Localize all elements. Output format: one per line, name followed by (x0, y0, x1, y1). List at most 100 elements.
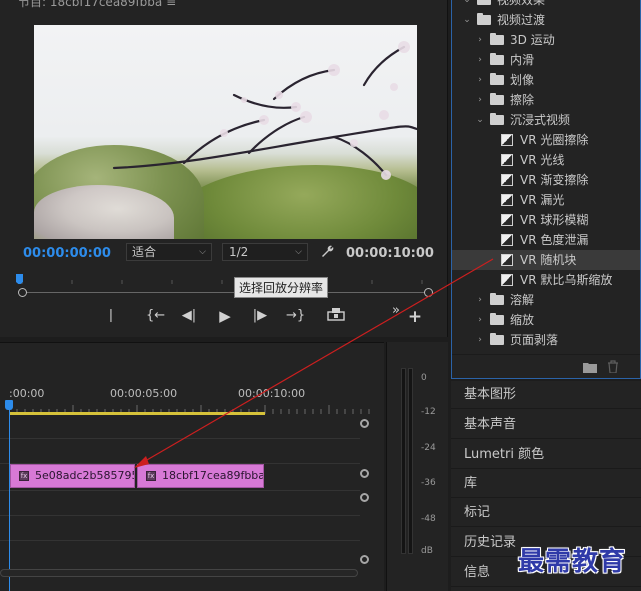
chevron-down-icon[interactable]: ⌄ (474, 110, 486, 130)
effect-item[interactable]: VR 光圈擦除 (452, 130, 640, 150)
track-height-handle[interactable] (360, 555, 369, 564)
go-to-out-button[interactable]: →} (286, 307, 305, 325)
watermark: 最需教育 (518, 547, 627, 577)
panel-essential-graphics[interactable]: 基本图形 (451, 381, 641, 409)
track-divider (0, 540, 360, 541)
video-preview[interactable] (34, 25, 417, 239)
tooltip: 选择回放分辨率 (234, 277, 329, 298)
chevron-right-icon[interactable]: › (474, 290, 486, 310)
effect-item[interactable]: VR 球形模糊 (452, 210, 640, 230)
db-label: -48 (421, 514, 436, 524)
effect-item[interactable]: VR 默比乌斯缩放 (452, 270, 640, 290)
meter-channel-left (401, 368, 406, 554)
effects-folder[interactable]: › 擦除 (452, 90, 640, 110)
timeline-clip[interactable]: fx 5e08adc2b5857959.jp (10, 464, 135, 488)
panel-essential-sound[interactable]: 基本声音 (451, 411, 641, 439)
folder-icon (490, 333, 504, 345)
transition-icon (501, 234, 513, 246)
clip-name: 18cbf17cea89fbba.jpg (162, 469, 263, 482)
monitor-title[interactable]: 节目: 18cbf17cea89fbba ≡ (18, 0, 176, 10)
effect-item[interactable]: VR 渐变擦除 (452, 170, 640, 190)
trash-icon[interactable] (607, 360, 619, 373)
chevron-down-icon[interactable]: ⌄ (461, 0, 473, 10)
panel-markers[interactable]: 标记 (451, 499, 641, 527)
db-label: -36 (421, 478, 436, 488)
panel-libraries[interactable]: 库 (451, 470, 641, 498)
go-to-in-button[interactable]: {← (146, 307, 165, 325)
timeline-scrollbar[interactable] (0, 569, 358, 577)
effect-item[interactable]: VR 光线 (452, 150, 640, 170)
effect-item[interactable]: VR 色度泄漏 (452, 230, 640, 250)
mark-in-button[interactable]: ❘ (102, 307, 120, 325)
scrub-start-handle[interactable] (18, 288, 27, 297)
tree-label: VR 色度泄漏 (520, 233, 589, 247)
scrub-end-handle[interactable] (424, 288, 433, 297)
playhead-line[interactable] (9, 401, 10, 591)
db-label: -12 (421, 407, 436, 417)
chevron-right-icon[interactable]: › (474, 330, 486, 350)
monitor-time-ruler[interactable] (16, 270, 430, 284)
tree-label: 划像 (510, 73, 535, 87)
effects-folder[interactable]: › 3D 运动 (452, 30, 640, 50)
chevron-down-icon: ⌵ (199, 247, 206, 257)
track-divider (0, 438, 360, 439)
chevron-right-icon[interactable]: › (474, 70, 486, 90)
transition-icon (501, 254, 513, 266)
chevron-down-icon[interactable]: ⌄ (461, 10, 473, 30)
tree-label: 内滑 (510, 53, 535, 67)
step-forward-button[interactable]: |▶ (251, 307, 269, 325)
effects-folder[interactable]: ⌄ 视频过渡 (452, 10, 640, 30)
time-label: :00:00 (9, 387, 45, 400)
more-controls-button[interactable]: » (387, 302, 405, 320)
effect-item[interactable]: VR 漏光 (452, 190, 640, 210)
meter-channel-right (408, 368, 413, 554)
effects-folder[interactable]: › 页面剥落 (452, 330, 640, 350)
panel-lumetri-color[interactable]: Lumetri 颜色 (451, 441, 641, 469)
playback-resolution-select[interactable]: 1/2 ⌵ (222, 243, 308, 261)
tree-label: 缩放 (510, 313, 535, 327)
track-height-handle[interactable] (360, 419, 369, 428)
chevron-right-icon[interactable]: › (474, 30, 486, 50)
tree-label: VR 光圈擦除 (520, 133, 589, 147)
chevron-right-icon[interactable]: › (474, 90, 486, 110)
folder-icon (477, 13, 491, 25)
effects-folder[interactable]: › 划像 (452, 70, 640, 90)
track-height-handle[interactable] (360, 469, 369, 478)
transition-icon (501, 154, 513, 166)
tree-label: 3D 运动 (510, 33, 555, 47)
tree-label: 溶解 (510, 293, 535, 307)
work-area-bar[interactable] (9, 412, 265, 415)
program-monitor: 节目: 18cbf17cea89fbba ≡ 00:00:00:00 适合 ⌵ … (0, 0, 448, 337)
tree-label: VR 漏光 (520, 193, 565, 207)
effects-folder[interactable]: › 内滑 (452, 50, 640, 70)
effects-folder[interactable]: › 溶解 (452, 290, 640, 310)
transition-icon (501, 194, 513, 206)
chevron-right-icon[interactable]: › (474, 50, 486, 70)
current-timecode[interactable]: 00:00:00:00 (23, 246, 111, 261)
chevron-down-icon: ⌵ (295, 247, 302, 257)
effects-folder[interactable]: ⌄ 视频效果 (452, 0, 640, 10)
transition-icon (501, 174, 513, 186)
play-button[interactable]: ▶ (216, 307, 234, 325)
add-button[interactable]: + (406, 308, 424, 326)
effects-folder[interactable]: › 缩放 (452, 310, 640, 330)
transition-icon (501, 214, 513, 226)
effects-folder[interactable]: ⌄ 沉浸式视频 (452, 110, 640, 130)
folder-icon (490, 53, 504, 65)
step-back-button[interactable]: ◀| (180, 307, 198, 325)
timeline-clip[interactable]: fx 18cbf17cea89fbba.jpg (137, 464, 264, 488)
scrub-bar[interactable] (22, 292, 428, 293)
new-bin-icon[interactable] (583, 361, 597, 373)
export-frame-button[interactable] (327, 307, 345, 325)
zoom-fit-select[interactable]: 适合 ⌵ (126, 243, 212, 261)
effect-item[interactable]: VR 随机块 (452, 250, 640, 270)
folder-icon (490, 313, 504, 325)
fx-badge-icon: fx (146, 471, 156, 481)
playhead-handle[interactable] (5, 400, 13, 410)
tree-label: VR 默比乌斯缩放 (520, 273, 613, 287)
wrench-icon[interactable] (320, 244, 334, 262)
chevron-right-icon[interactable]: › (474, 310, 486, 330)
track-height-handle[interactable] (360, 493, 369, 502)
zoom-fit-value: 适合 (132, 245, 157, 259)
effects-panel: ⌄ 视频效果 ⌄ 视频过渡 › 3D 运动 › 内滑 › 划像 › 擦除 ⌄ 沉浸式视频 VR 光圈擦除 VR… (451, 0, 641, 379)
